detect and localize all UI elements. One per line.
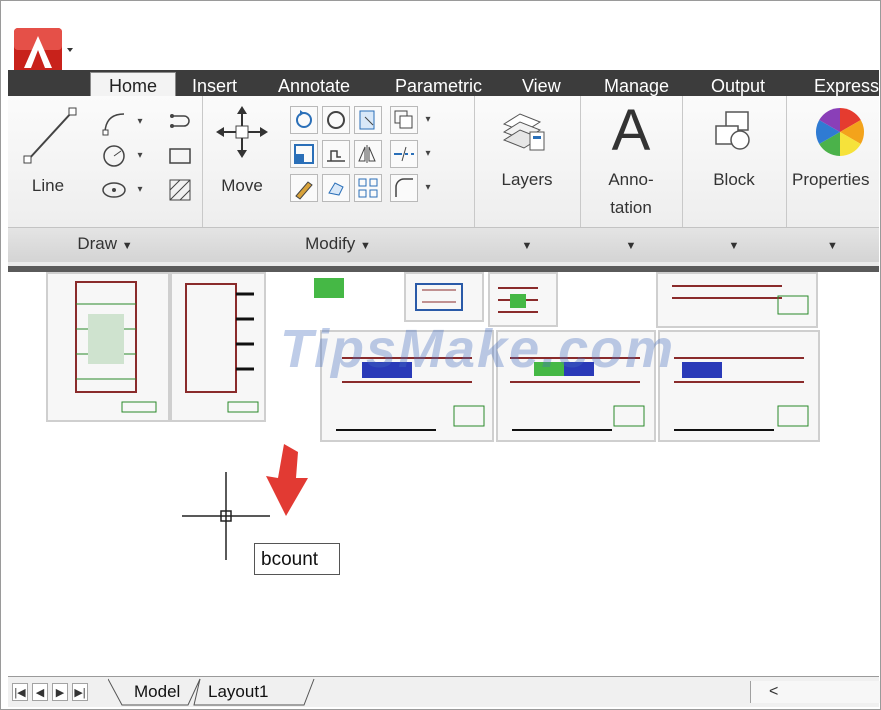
previous-tab-icon[interactable]: ◀ [32, 683, 48, 701]
modify-panel-title[interactable]: Modify ▼ [202, 227, 474, 262]
array-icon[interactable] [354, 174, 382, 202]
extend-icon[interactable] [390, 140, 418, 168]
block-icon [715, 111, 750, 150]
layers-panel[interactable]: Layers ▼ [474, 96, 581, 262]
block-panel[interactable]: Block ▼ [682, 96, 787, 262]
annotation-label-line2: tation [610, 198, 652, 217]
block-label: Block [713, 170, 755, 189]
erase-icon[interactable] [290, 174, 318, 202]
draw-panel-title[interactable]: Draw ▼ [8, 227, 202, 262]
properties-panel[interactable]: Properties ▼ [786, 96, 879, 262]
drawing-sheet[interactable] [658, 330, 820, 442]
drawing-sheet[interactable] [404, 272, 484, 322]
last-tab-icon[interactable]: ▶| [72, 683, 88, 701]
arc-icon[interactable] [100, 176, 128, 204]
explode-icon[interactable] [322, 174, 350, 202]
drawing-sheet[interactable] [656, 272, 818, 328]
fillet-icon[interactable] [390, 174, 418, 202]
mirror-icon[interactable] [354, 140, 382, 168]
line-icon [23, 107, 77, 164]
ribbon: Line ▾ ▾ ▾ Draw ▼ Move ▾ ▾ ▾ Modify ▼ La… [8, 96, 879, 272]
copy-icon[interactable] [322, 106, 350, 134]
drawing-sheet[interactable] [170, 272, 266, 422]
move-label: Move [221, 176, 263, 195]
circle-dropdown-icon[interactable]: ▾ [134, 142, 146, 170]
arc-dropdown-icon[interactable]: ▾ [134, 176, 146, 204]
stretch-icon[interactable] [322, 140, 350, 168]
scroll-left-icon[interactable]: < [769, 681, 778, 703]
drawing-sheet[interactable] [46, 272, 170, 422]
layers-panel-footer[interactable]: ▼ [474, 227, 580, 262]
green-block [314, 278, 344, 298]
annotation-label-line1: Anno- [608, 170, 654, 189]
fillet-dropdown-icon[interactable]: ▾ [422, 174, 434, 202]
block-panel-footer[interactable]: ▼ [682, 227, 786, 262]
layers-icon [502, 113, 545, 151]
annotation-panel-footer[interactable]: ▼ [580, 227, 682, 262]
move-icon [216, 106, 268, 158]
draw-panel: Line ▾ ▾ ▾ Draw ▼ [8, 96, 203, 262]
color-wheel-icon [815, 107, 865, 156]
trim-icon[interactable] [354, 106, 382, 134]
layout-tab-bar: |◀ ◀ ▶ ▶| Model Layout1 < [8, 676, 880, 707]
layers-label: Layers [501, 170, 553, 189]
polyline-dropdown-icon[interactable]: ▾ [134, 108, 146, 136]
offset-dropdown-icon[interactable]: ▾ [422, 106, 434, 134]
line-label: Line [31, 176, 65, 195]
properties-label: Properties [792, 170, 870, 189]
spline-icon[interactable] [166, 108, 194, 136]
offset-icon[interactable] [390, 106, 418, 134]
move-tool-button[interactable]: Move [212, 102, 278, 202]
first-tab-icon[interactable]: |◀ [12, 683, 28, 701]
modify-panel: Move ▾ ▾ ▾ Modify ▼ [202, 96, 475, 262]
dynamic-input-field[interactable]: bcount [254, 543, 340, 575]
rotate-icon[interactable] [290, 106, 318, 134]
title-bar: Home Insert Annotate Parametric View Man… [8, 8, 879, 102]
rectangle-icon[interactable] [166, 142, 194, 170]
circle-icon[interactable] [100, 142, 128, 170]
watermark: TipsMake.com [280, 319, 676, 379]
annotation-panel[interactable]: A Anno- tation ▼ [580, 96, 683, 262]
red-arrow-icon [266, 444, 308, 516]
polyline-icon[interactable] [100, 108, 128, 136]
horizontal-scrollbar[interactable]: < [750, 681, 880, 703]
text-icon: A [611, 98, 651, 163]
line-tool-button[interactable]: Line [18, 102, 84, 202]
hatch-icon[interactable] [166, 176, 194, 204]
properties-panel-footer[interactable]: ▼ [786, 227, 879, 262]
tab-outline [108, 678, 315, 706]
next-tab-icon[interactable]: ▶ [52, 683, 68, 701]
extend-dropdown-icon[interactable]: ▾ [422, 140, 434, 168]
scale-icon[interactable] [290, 140, 318, 168]
